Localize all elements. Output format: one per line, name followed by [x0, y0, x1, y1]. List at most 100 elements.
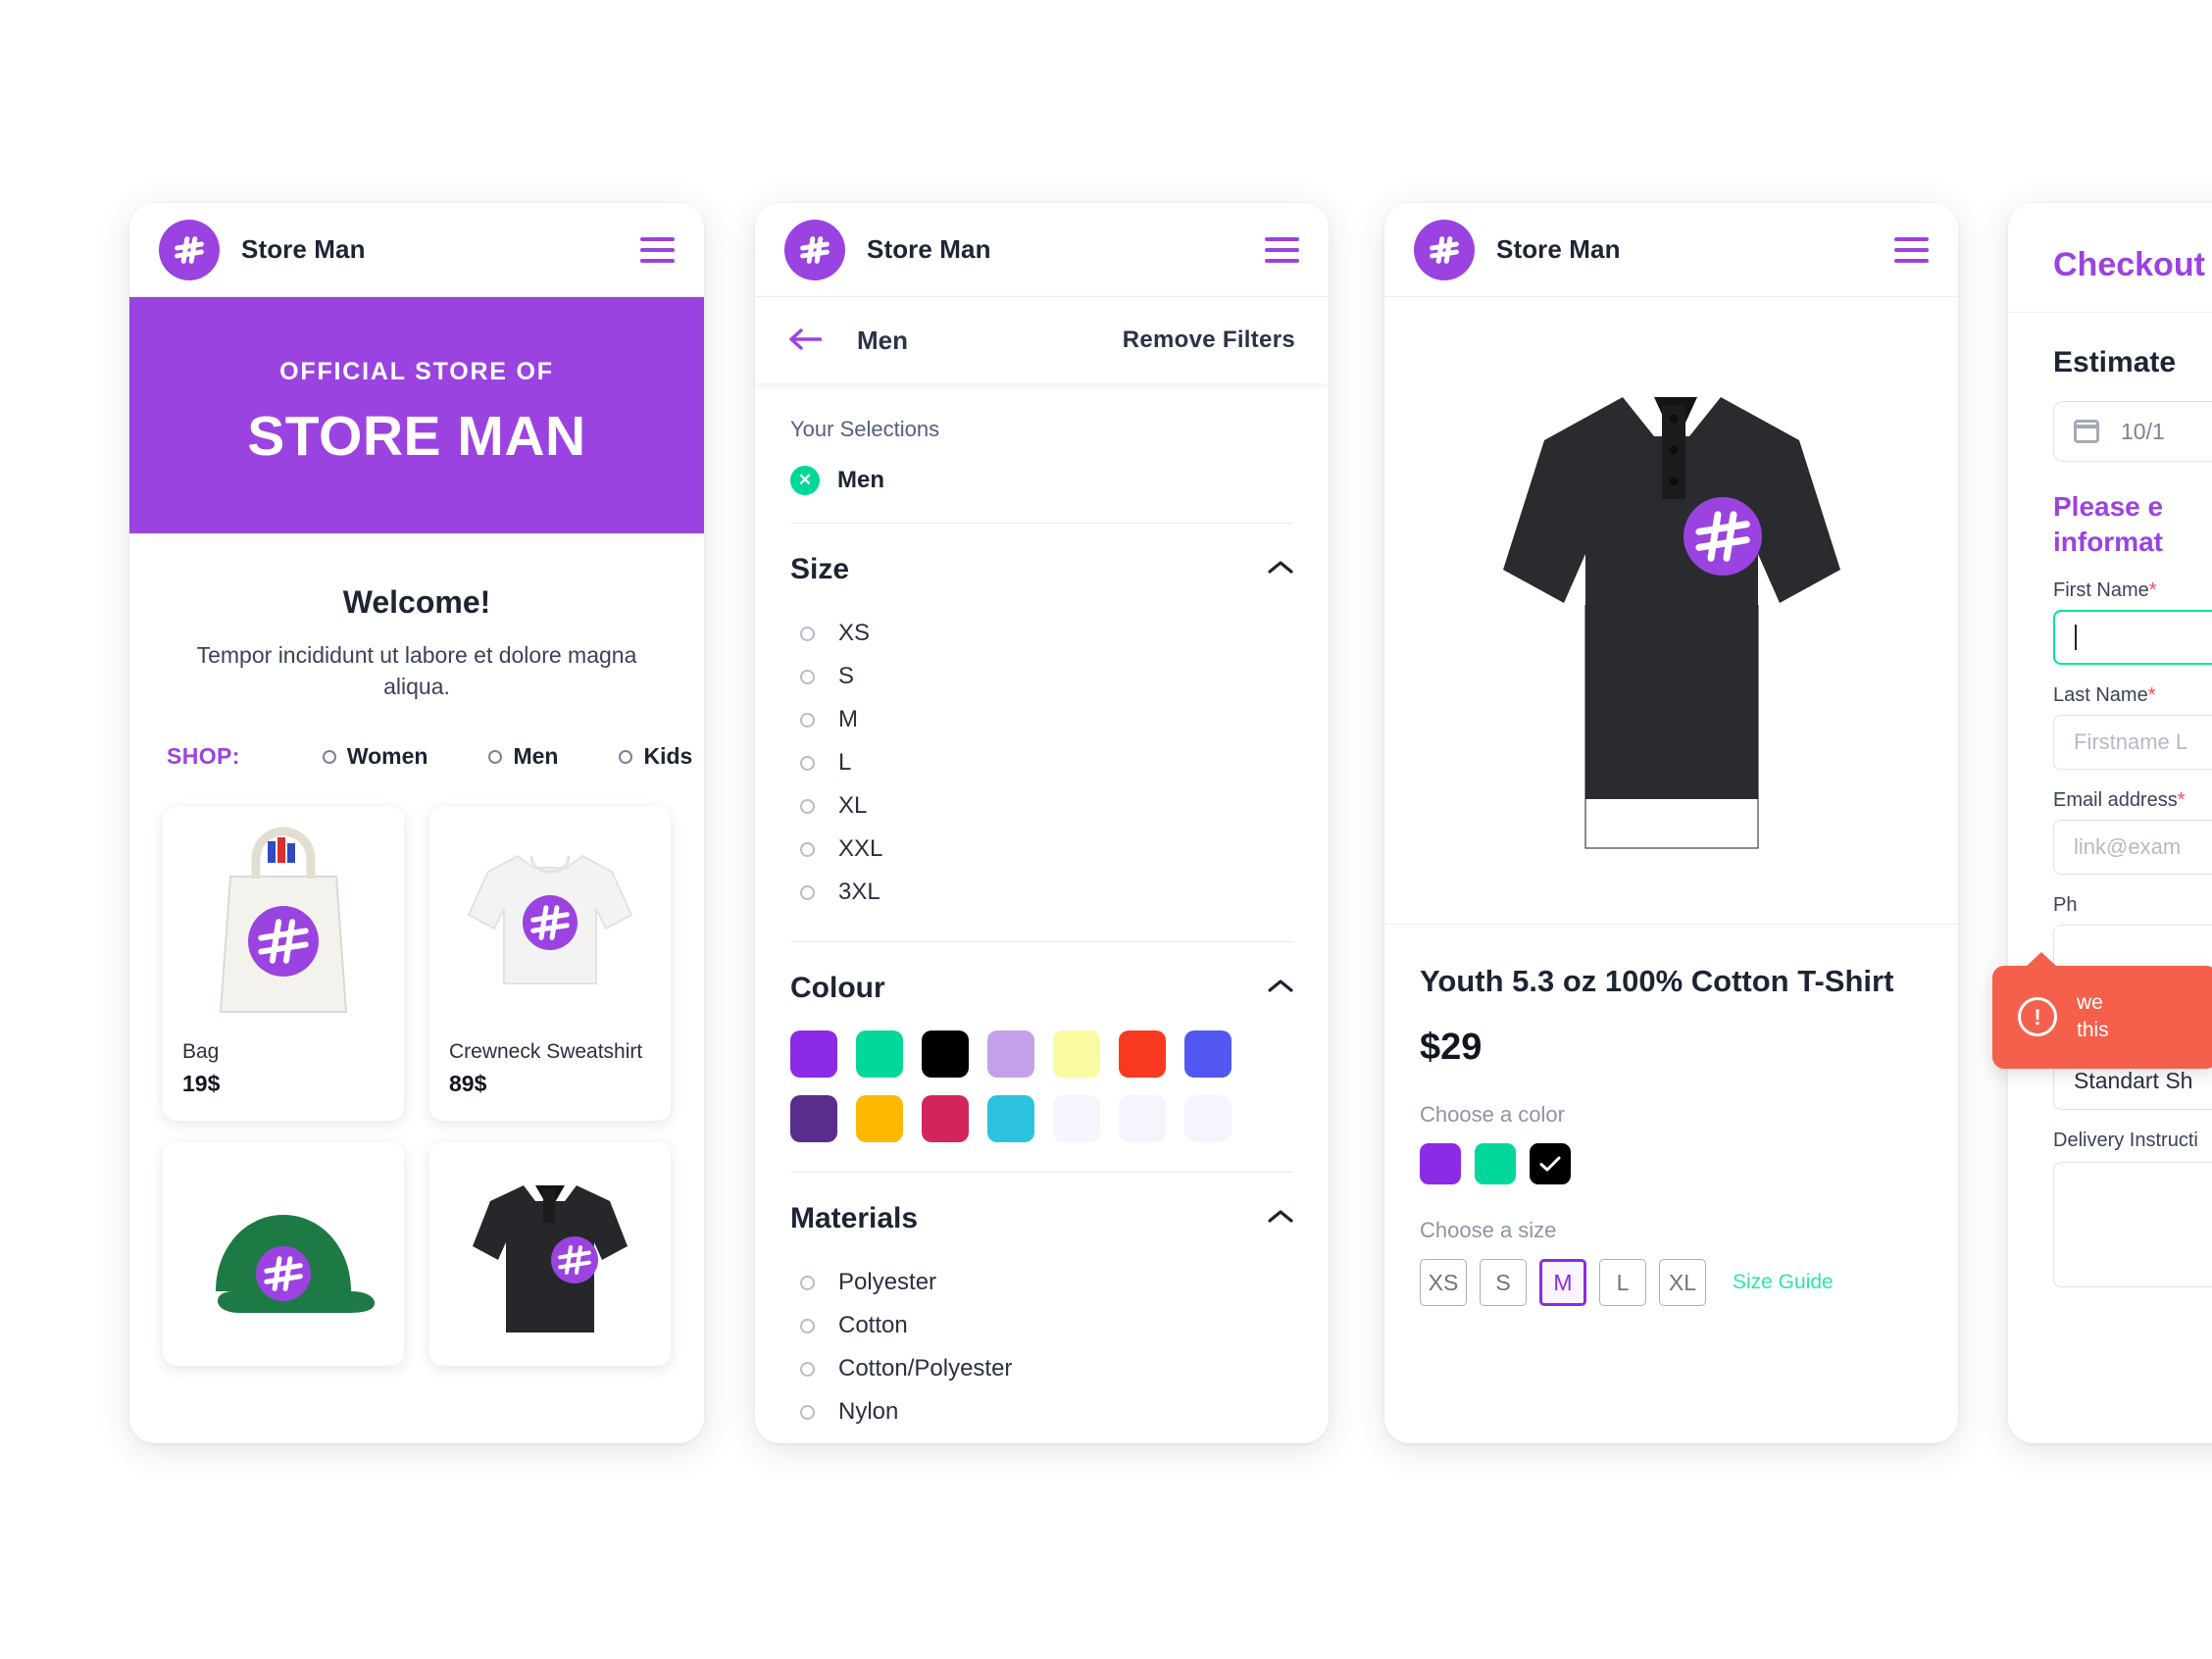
colour-swatch[interactable] — [790, 1031, 837, 1078]
required-marker: * — [2147, 683, 2156, 706]
brand-name: Store Man — [1496, 234, 1621, 264]
size-option-xl[interactable]: XL — [1659, 1259, 1706, 1307]
estimate-date-field[interactable]: 10/1 — [2053, 401, 2212, 462]
colour-swatch[interactable] — [1184, 1031, 1232, 1078]
shop-option-women[interactable]: Women — [322, 743, 428, 770]
size-option[interactable]: XL — [790, 784, 1293, 828]
material-option[interactable]: Acrylic — [790, 1433, 1293, 1443]
product-card-polo[interactable] — [429, 1142, 671, 1367]
option-label: Polyester — [838, 1269, 937, 1295]
product-card-bag[interactable]: Bag 19$ — [163, 807, 404, 1122]
material-option[interactable]: Nylon — [790, 1390, 1293, 1433]
radio-icon — [800, 626, 815, 641]
first-name-input[interactable] — [2053, 609, 2212, 665]
filter-section-colour: Colour — [755, 942, 1329, 1142]
filters-top-bar: Store Man — [755, 203, 1329, 297]
chevron-up-icon[interactable] — [1268, 1209, 1293, 1229]
brand-name: Store Man — [241, 234, 366, 264]
colour-section-header[interactable]: Colour — [790, 972, 1293, 1005]
size-option[interactable]: L — [790, 741, 1293, 784]
field-first-name: First Name* — [2053, 579, 2212, 665]
size-option[interactable]: M — [790, 698, 1293, 741]
shop-option-men[interactable]: Men — [488, 743, 558, 770]
size-guide-link[interactable]: Size Guide — [1733, 1271, 1834, 1294]
option-label: XS — [838, 620, 871, 646]
colour-swatch[interactable] — [856, 1095, 903, 1142]
materials-section-header[interactable]: Materials — [790, 1202, 1293, 1235]
option-label: L — [838, 749, 852, 776]
chevron-up-icon[interactable] — [1268, 979, 1293, 998]
colour-swatch[interactable] — [922, 1031, 969, 1078]
size-option-s[interactable]: S — [1480, 1259, 1527, 1307]
material-option[interactable]: Cotton — [790, 1304, 1293, 1347]
colour-swatch[interactable] — [1053, 1095, 1100, 1142]
chevron-up-icon[interactable] — [1268, 560, 1293, 579]
color-option-black-selected[interactable] — [1530, 1143, 1571, 1185]
radio-icon — [619, 749, 633, 764]
size-option-l[interactable]: L — [1599, 1259, 1646, 1307]
welcome-text: Tempor incididunt ut labore et dolore ma… — [196, 642, 637, 699]
size-option-m-selected[interactable]: M — [1539, 1259, 1586, 1307]
radio-icon — [800, 1275, 815, 1290]
size-option[interactable]: S — [790, 655, 1293, 698]
size-section-header[interactable]: Size — [790, 553, 1293, 586]
colour-swatch[interactable] — [922, 1095, 969, 1142]
size-options: XS S M L XL XXL 3XL — [790, 612, 1293, 914]
screenshot-canvas: Store Man OFFICIAL STORE OF STORE MAN We… — [0, 0, 2212, 1659]
hashtag-icon — [159, 219, 220, 280]
home-top-bar: Store Man — [129, 203, 704, 297]
back-arrow-icon[interactable] — [788, 324, 823, 357]
close-circle-icon[interactable]: ✕ — [790, 466, 820, 495]
material-option[interactable]: Cotton/Polyester — [790, 1347, 1293, 1390]
product-card-sweatshirt[interactable]: Crewneck Sweatshirt 89$ — [429, 807, 671, 1122]
filter-section-materials: Materials Polyester Cotton Cotton/Polyes… — [755, 1173, 1329, 1443]
email-input[interactable]: link@exam — [2053, 819, 2212, 875]
color-option-purple[interactable] — [1420, 1143, 1461, 1185]
size-option[interactable]: XS — [790, 612, 1293, 655]
field-label: Delivery Instructi — [2053, 1129, 2198, 1151]
hamburger-menu-icon[interactable] — [640, 236, 675, 263]
required-marker: * — [2177, 788, 2186, 811]
product-hero-image — [1384, 297, 1958, 925]
option-label: Cotton/Polyester — [838, 1355, 1013, 1382]
color-selector — [1420, 1143, 1923, 1185]
size-option-xs[interactable]: XS — [1420, 1259, 1467, 1307]
section-title: Materials — [790, 1202, 919, 1234]
radio-icon — [488, 749, 503, 764]
shop-filter-row: SHOP: Women Men Kids — [129, 702, 704, 770]
colour-swatch[interactable] — [1119, 1031, 1166, 1078]
colour-swatch[interactable] — [790, 1095, 837, 1142]
product-info: Youth 5.3 oz 100% Cotton T-Shirt $29 Cho… — [1384, 925, 1958, 1307]
colour-swatch[interactable] — [987, 1095, 1034, 1142]
colour-swatch[interactable] — [856, 1031, 903, 1078]
radio-icon — [800, 798, 815, 814]
product-card-cap[interactable] — [163, 1142, 404, 1367]
shop-option-label: Women — [346, 743, 428, 770]
hamburger-menu-icon[interactable] — [1265, 236, 1299, 263]
material-option[interactable]: Polyester — [790, 1261, 1293, 1304]
field-label: Ph — [2053, 893, 2078, 916]
last-name-input[interactable]: Firstname L — [2053, 714, 2212, 770]
option-label: M — [838, 706, 858, 732]
field-label: Last Name* — [2053, 683, 2156, 706]
filters-sub-bar: Men Remove Filters — [755, 297, 1329, 383]
hamburger-menu-icon[interactable] — [1894, 236, 1929, 263]
colour-swatch[interactable] — [1053, 1031, 1100, 1078]
size-option[interactable]: 3XL — [790, 871, 1293, 914]
color-option-green[interactable] — [1475, 1143, 1516, 1185]
selected-filter-chip: ✕ Men — [790, 466, 1293, 495]
filter-section-size: Size XS S M L XL XXL 3XL — [755, 524, 1329, 914]
remove-filters-button[interactable]: Remove Filters — [1123, 327, 1295, 354]
colour-swatch[interactable] — [987, 1031, 1034, 1078]
shop-option-kids[interactable]: Kids — [619, 743, 692, 770]
shop-option-label: Kids — [643, 743, 693, 770]
checkout-body: Estimate 10/1 Please e informat First Nam… — [2008, 313, 2212, 1287]
checkout-title: Checkout — [2008, 203, 2212, 313]
delivery-instructions-textarea[interactable] — [2053, 1161, 2212, 1287]
welcome-title: Welcome! — [342, 584, 491, 620]
validation-tooltip: ! we this — [1992, 952, 2212, 1069]
colour-swatch[interactable] — [1119, 1095, 1166, 1142]
colour-swatch[interactable] — [1184, 1095, 1232, 1142]
radio-icon — [800, 884, 815, 900]
size-option[interactable]: XXL — [790, 828, 1293, 871]
